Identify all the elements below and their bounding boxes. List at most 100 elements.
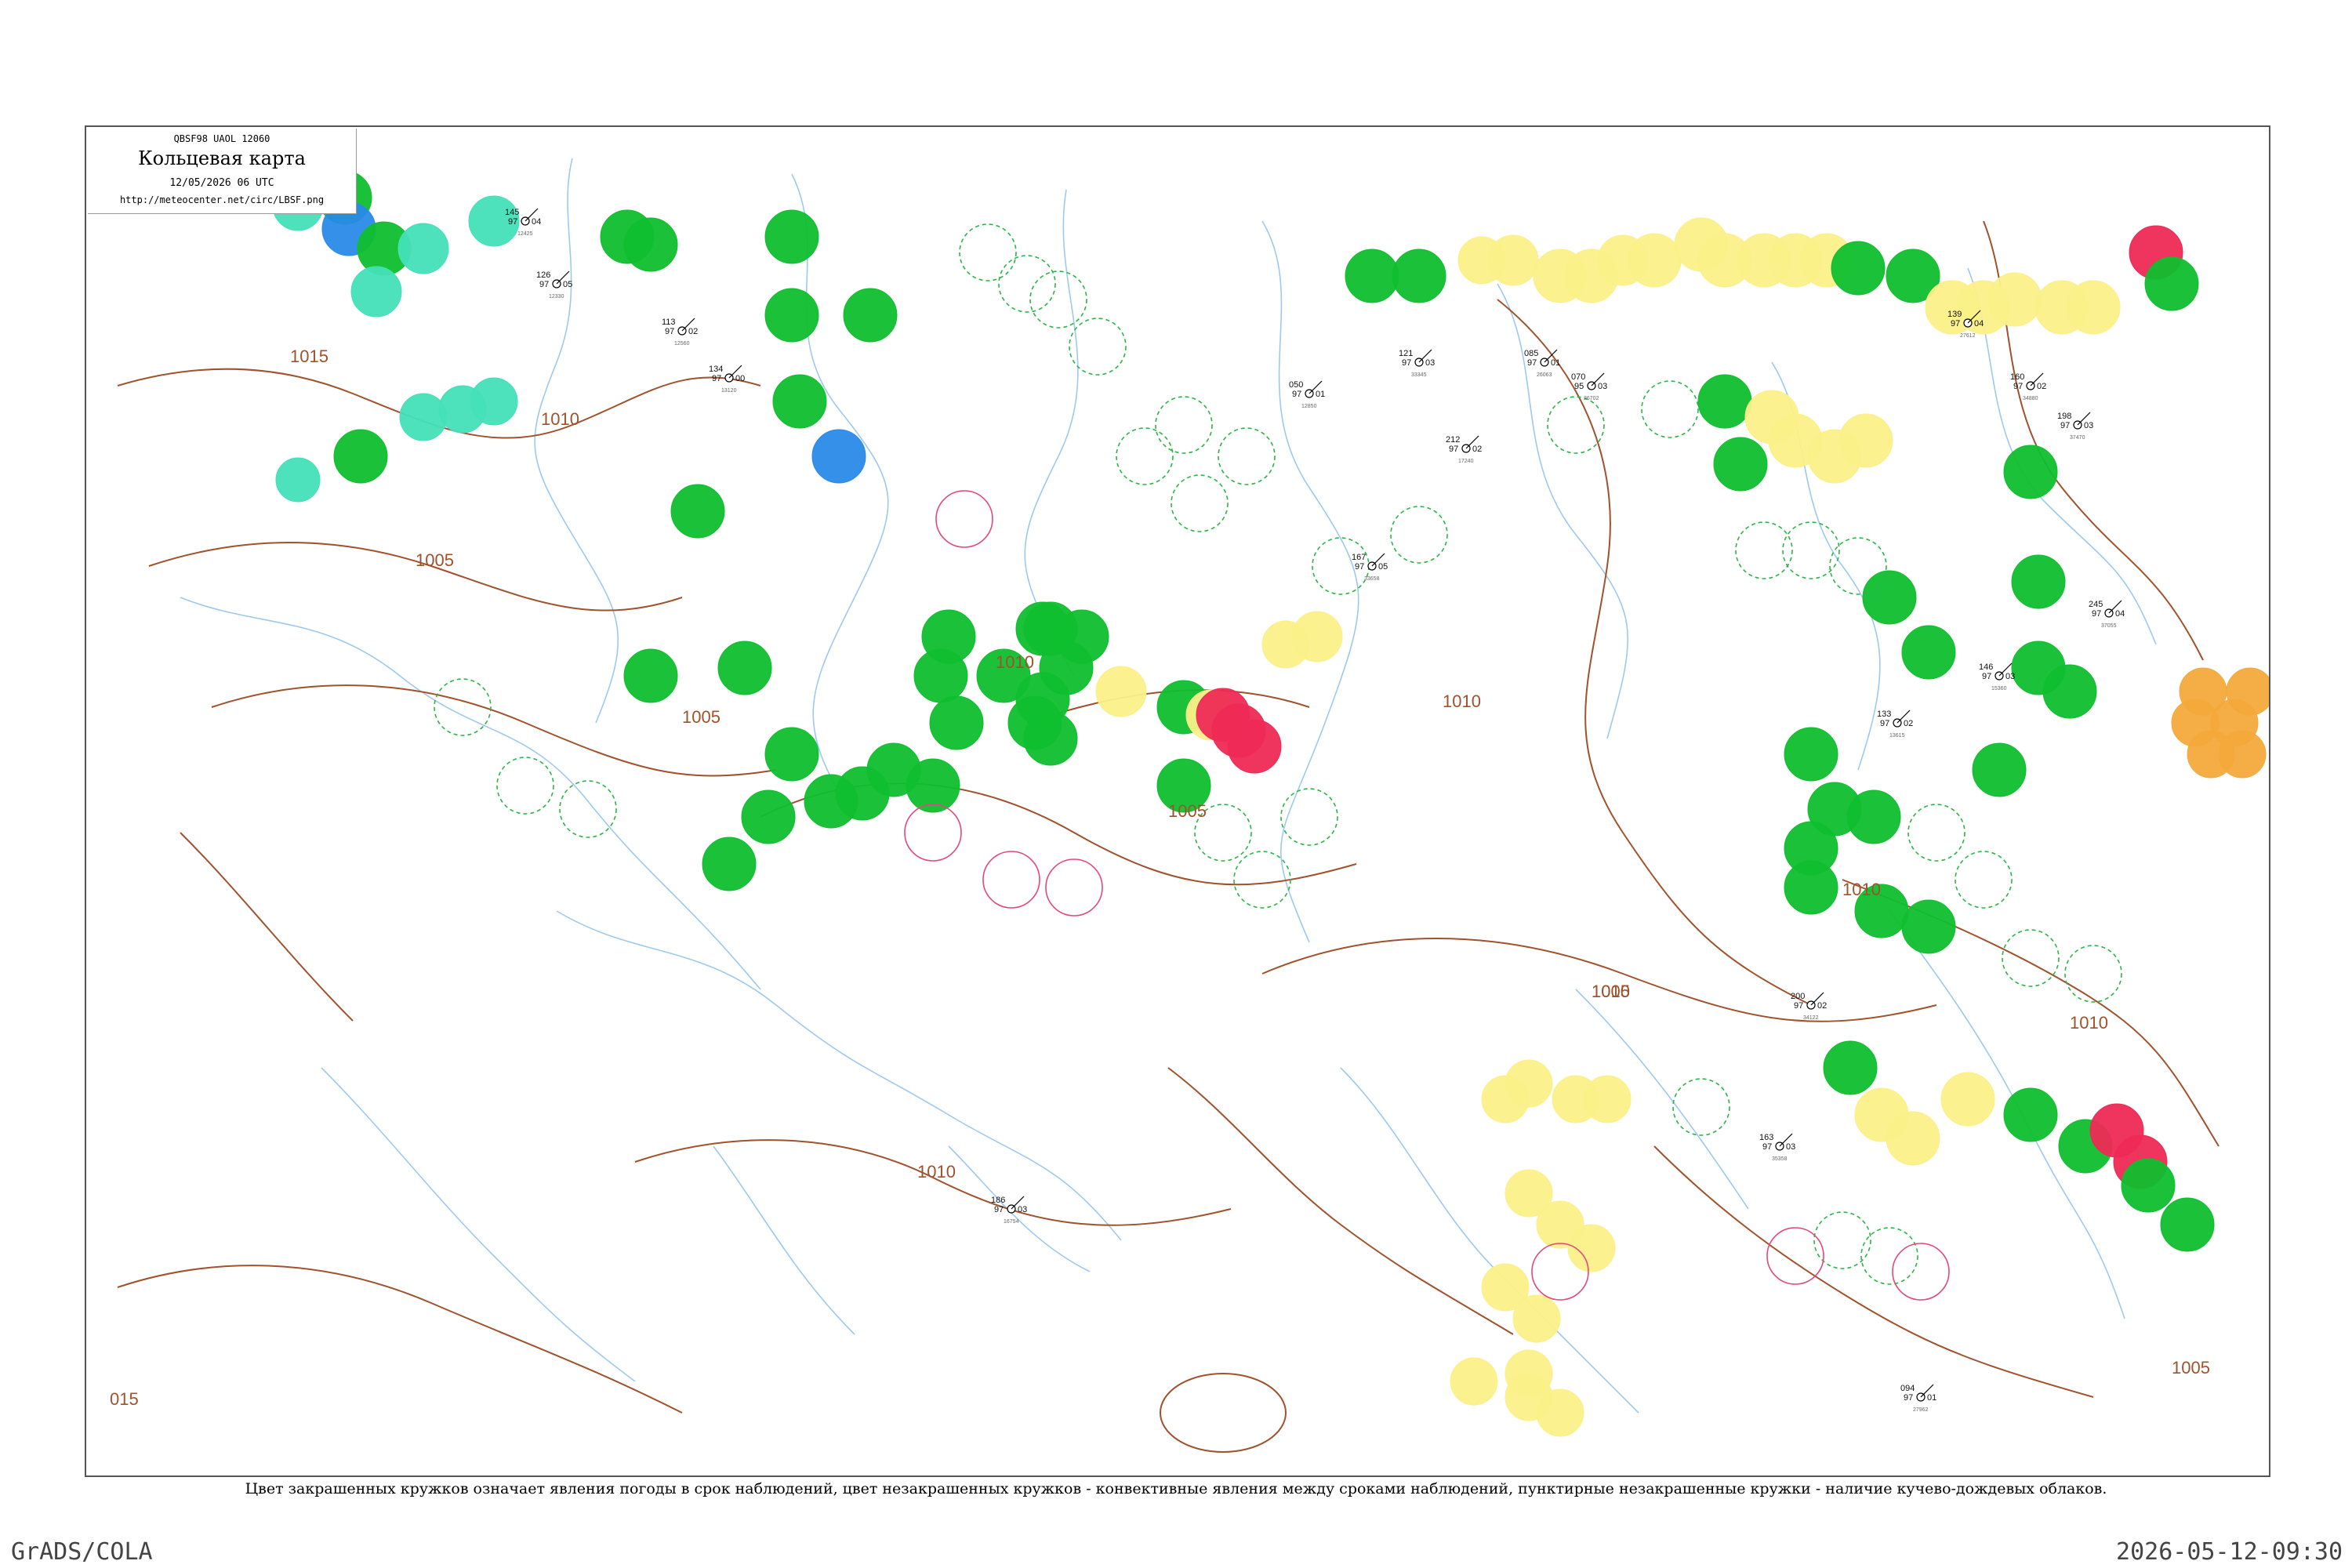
fog-weather-circle[interactable] bbox=[1095, 666, 1147, 717]
cb-cloud-ring[interactable] bbox=[1069, 318, 1127, 376]
cb-cloud-ring[interactable] bbox=[1547, 396, 1605, 454]
rain-weather-circle[interactable] bbox=[1345, 249, 1399, 303]
cb-cloud-ring[interactable] bbox=[1672, 1078, 1730, 1136]
rain-weather-circle[interactable] bbox=[843, 288, 898, 343]
rain-weather-circle[interactable] bbox=[2003, 1087, 2058, 1142]
cb-cloud-ring[interactable] bbox=[1641, 380, 1699, 438]
fog-weather-circle[interactable] bbox=[2066, 280, 2121, 335]
rain-weather-circle[interactable] bbox=[1862, 570, 1917, 625]
fog-weather-circle[interactable] bbox=[1627, 233, 1682, 288]
station-plot[interactable]: 07095 03 26702 bbox=[1571, 372, 1607, 401]
station-plot[interactable]: 21297 02 17240 bbox=[1446, 435, 1482, 464]
rain-weather-circle[interactable] bbox=[1846, 789, 1901, 844]
station-plot[interactable]: 11397 02 12560 bbox=[662, 318, 698, 347]
station-plot[interactable]: 13497 00 13120 bbox=[709, 365, 745, 394]
rain-weather-circle[interactable] bbox=[1784, 860, 1838, 915]
fog-weather-circle[interactable] bbox=[1886, 1111, 1940, 1166]
rain-weather-circle[interactable] bbox=[2121, 1158, 2176, 1213]
cb-cloud-ring[interactable] bbox=[1390, 506, 1448, 564]
cb-cloud-ring[interactable] bbox=[1280, 788, 1338, 846]
rain-weather-circle[interactable] bbox=[2011, 554, 2066, 609]
shower_light-weather-circle[interactable] bbox=[397, 223, 449, 274]
rain-weather-circle[interactable] bbox=[772, 374, 827, 429]
rain-weather-circle[interactable] bbox=[623, 648, 678, 703]
rain-weather-circle[interactable] bbox=[741, 789, 796, 844]
rain-weather-circle[interactable] bbox=[1901, 625, 1956, 680]
rain-weather-circle[interactable] bbox=[670, 484, 725, 539]
thunder-ring[interactable] bbox=[904, 804, 962, 862]
cb-cloud-ring[interactable] bbox=[959, 223, 1017, 281]
fog-weather-circle[interactable] bbox=[1536, 1388, 1584, 1437]
thunder-ring[interactable] bbox=[1531, 1243, 1589, 1301]
station-plot[interactable]: 08597 01 26063 bbox=[1524, 349, 1560, 378]
source-url[interactable]: http://meteocenter.net/circ/LBSF.png bbox=[88, 194, 356, 205]
thunder-weather-circle[interactable] bbox=[1227, 719, 1282, 774]
rain-weather-circle[interactable] bbox=[804, 774, 858, 829]
station-plot[interactable]: 16797 05 33658 bbox=[1352, 553, 1388, 582]
rain-weather-circle[interactable] bbox=[764, 727, 819, 782]
rain-weather-circle[interactable] bbox=[1023, 711, 1078, 766]
cb-cloud-ring[interactable] bbox=[1829, 537, 1887, 595]
haze-weather-circle[interactable] bbox=[2226, 667, 2269, 716]
cb-cloud-ring[interactable] bbox=[559, 780, 617, 838]
thunder-ring[interactable] bbox=[1892, 1243, 1950, 1301]
cb-cloud-ring[interactable] bbox=[1116, 427, 1174, 485]
rain-weather-circle[interactable] bbox=[913, 648, 968, 703]
cb-cloud-ring[interactable] bbox=[1735, 521, 1793, 579]
station-plot[interactable]: 05097 01 12850 bbox=[1289, 380, 1325, 409]
rain-weather-circle[interactable] bbox=[2144, 256, 2199, 311]
cb-cloud-ring[interactable] bbox=[1171, 474, 1229, 532]
station-plot[interactable]: 12197 03 33345 bbox=[1399, 349, 1435, 378]
cb-cloud-ring[interactable] bbox=[2064, 945, 2122, 1003]
station-plot[interactable]: 13397 02 13615 bbox=[1877, 710, 1913, 739]
rain-weather-circle[interactable] bbox=[1823, 1040, 1878, 1095]
station-plot[interactable]: 24597 04 37055 bbox=[2089, 600, 2125, 629]
shower_light-weather-circle[interactable] bbox=[470, 377, 518, 426]
cb-cloud-ring[interactable] bbox=[1782, 521, 1840, 579]
shower_light-weather-circle[interactable] bbox=[399, 393, 448, 441]
drizzle-weather-circle[interactable] bbox=[811, 429, 866, 484]
rain-weather-circle[interactable] bbox=[333, 429, 388, 484]
rain-weather-circle[interactable] bbox=[717, 641, 772, 695]
rain-weather-circle[interactable] bbox=[1697, 374, 1752, 429]
haze-weather-circle[interactable] bbox=[2218, 730, 2267, 779]
rain-weather-circle[interactable] bbox=[623, 217, 678, 272]
station-plot[interactable]: 16097 02 34880 bbox=[2010, 372, 2046, 401]
rain-weather-circle[interactable] bbox=[2042, 664, 2097, 719]
shower_light-weather-circle[interactable] bbox=[275, 457, 321, 503]
fog-weather-circle[interactable] bbox=[1940, 1072, 1995, 1127]
rain-weather-circle[interactable] bbox=[764, 288, 819, 343]
station-plot[interactable]: 19897 03 37470 bbox=[2057, 412, 2093, 441]
thunder-ring[interactable] bbox=[935, 490, 993, 548]
shower_light-weather-circle[interactable] bbox=[350, 266, 402, 318]
cb-cloud-ring[interactable] bbox=[1955, 851, 2013, 909]
cb-cloud-ring[interactable] bbox=[1813, 1211, 1871, 1269]
thunder-ring[interactable] bbox=[1766, 1227, 1824, 1285]
rain-weather-circle[interactable] bbox=[702, 837, 757, 891]
thunder-ring[interactable] bbox=[982, 851, 1040, 909]
cb-cloud-ring[interactable] bbox=[998, 255, 1056, 313]
fog-weather-circle[interactable] bbox=[1512, 1294, 1561, 1343]
rain-weather-circle[interactable] bbox=[929, 695, 984, 750]
station-plot[interactable]: 20097 02 34122 bbox=[1791, 992, 1827, 1021]
rain-weather-circle[interactable] bbox=[2160, 1197, 2215, 1252]
rain-weather-circle[interactable] bbox=[1831, 241, 1886, 296]
rain-weather-circle[interactable] bbox=[1392, 249, 1446, 303]
fog-weather-circle[interactable] bbox=[1450, 1357, 1498, 1406]
rain-weather-circle[interactable] bbox=[1972, 742, 2027, 797]
fog-weather-circle[interactable] bbox=[1481, 1075, 1530, 1123]
fog-weather-circle[interactable] bbox=[1838, 413, 1893, 468]
fog-weather-circle[interactable] bbox=[1291, 611, 1343, 662]
station-plot[interactable]: 12697 05 12330 bbox=[536, 270, 572, 299]
rain-weather-circle[interactable] bbox=[1784, 727, 1838, 782]
fog-weather-circle[interactable] bbox=[1487, 234, 1539, 286]
cb-cloud-ring[interactable] bbox=[1907, 804, 1965, 862]
cb-cloud-ring[interactable] bbox=[496, 757, 554, 815]
fog-weather-circle[interactable] bbox=[1987, 272, 2042, 327]
cb-cloud-ring[interactable] bbox=[1860, 1227, 1918, 1285]
fog-weather-circle[interactable] bbox=[1583, 1075, 1632, 1123]
rain-weather-circle[interactable] bbox=[764, 209, 819, 264]
rain-weather-circle[interactable] bbox=[2003, 445, 2058, 499]
station-plot[interactable]: 18697 03 16754 bbox=[991, 1196, 1027, 1225]
station-plot[interactable]: 14697 03 15360 bbox=[1979, 662, 2015, 691]
